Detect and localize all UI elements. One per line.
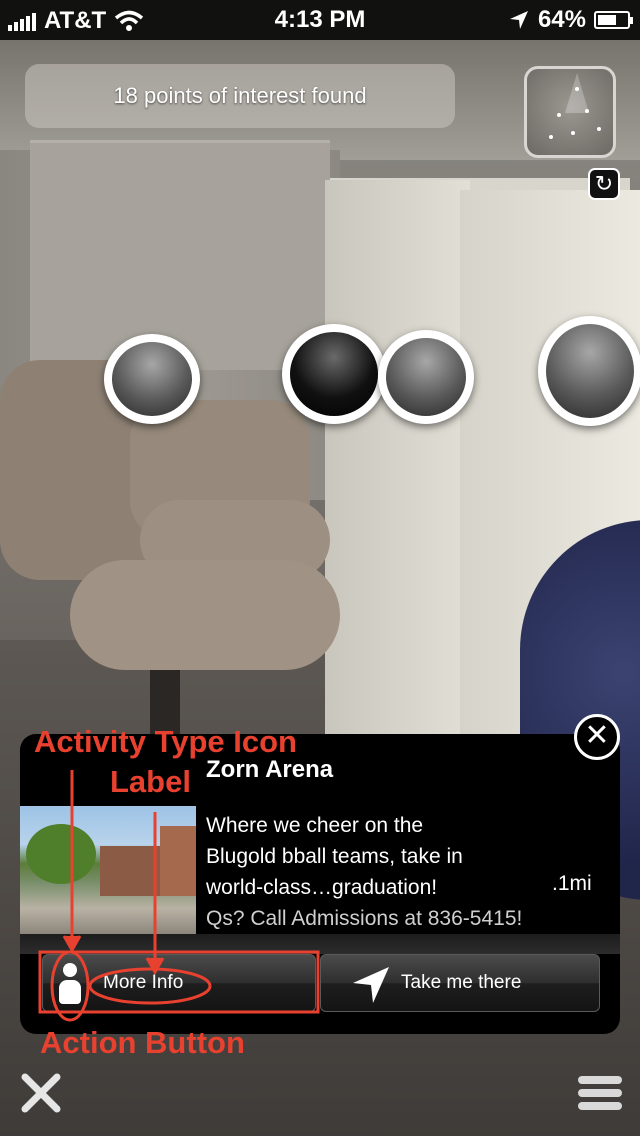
battery-icon bbox=[594, 11, 633, 29]
camera-cabinet bbox=[325, 180, 470, 740]
camera-partition bbox=[30, 140, 330, 370]
radar-beam bbox=[565, 73, 589, 113]
annotation-activity-type-icon: Activity Type Icon bbox=[34, 724, 297, 759]
panel-separator bbox=[20, 934, 620, 954]
poi-marker-selected[interactable] bbox=[282, 324, 386, 424]
radar-dot bbox=[597, 127, 601, 131]
distance-label: .1mi bbox=[552, 872, 592, 895]
poi-thumbnail bbox=[20, 806, 196, 934]
close-x-icon[interactable] bbox=[20, 1072, 62, 1114]
annotation-action-button: Action Button bbox=[40, 1025, 245, 1060]
description-line: Where we cheer on the bbox=[206, 814, 424, 837]
radar-dot bbox=[557, 113, 561, 117]
description-line: Blugold bball teams, take in bbox=[206, 845, 463, 868]
more-info-button[interactable]: More Info bbox=[42, 954, 316, 1012]
radar-dot bbox=[585, 109, 589, 113]
close-icon[interactable]: ✕ bbox=[574, 714, 620, 760]
more-info-label: More Info bbox=[103, 972, 184, 993]
refresh-icon[interactable]: ↻ bbox=[588, 168, 620, 200]
poi-title: Zorn Arena bbox=[206, 756, 334, 783]
camera-chair bbox=[70, 560, 340, 670]
radar-dot bbox=[575, 87, 579, 91]
radar-dot bbox=[571, 131, 575, 135]
battery-fill bbox=[598, 15, 616, 25]
take-me-there-button[interactable]: Take me there bbox=[320, 954, 600, 1012]
poi-description: Where we cheer on the Blugold bball team… bbox=[206, 810, 606, 934]
info-icon bbox=[57, 963, 83, 1004]
radar-dot bbox=[549, 135, 553, 139]
poi-marker[interactable] bbox=[538, 316, 640, 426]
battery-percent: 64% bbox=[537, 6, 586, 33]
poi-marker[interactable] bbox=[378, 330, 474, 424]
status-bar: AT&T 4:13 PM 64% bbox=[0, 0, 640, 40]
description-line: world-class…graduation! bbox=[206, 876, 438, 899]
radar-icon[interactable] bbox=[524, 66, 616, 158]
location-arrow-icon bbox=[509, 11, 528, 29]
status-right: 64% bbox=[508, 6, 633, 34]
hamburger-menu-icon[interactable] bbox=[578, 1076, 622, 1114]
take-me-there-label: Take me there bbox=[401, 972, 522, 993]
annotation-label: Label bbox=[110, 764, 191, 799]
contact-text: Qs? Call Admissions at 836-5415! bbox=[206, 907, 523, 930]
poi-count-banner: 18 points of interest found bbox=[25, 64, 455, 128]
navigation-arrow-icon bbox=[353, 967, 389, 1003]
poi-marker[interactable] bbox=[104, 334, 200, 424]
